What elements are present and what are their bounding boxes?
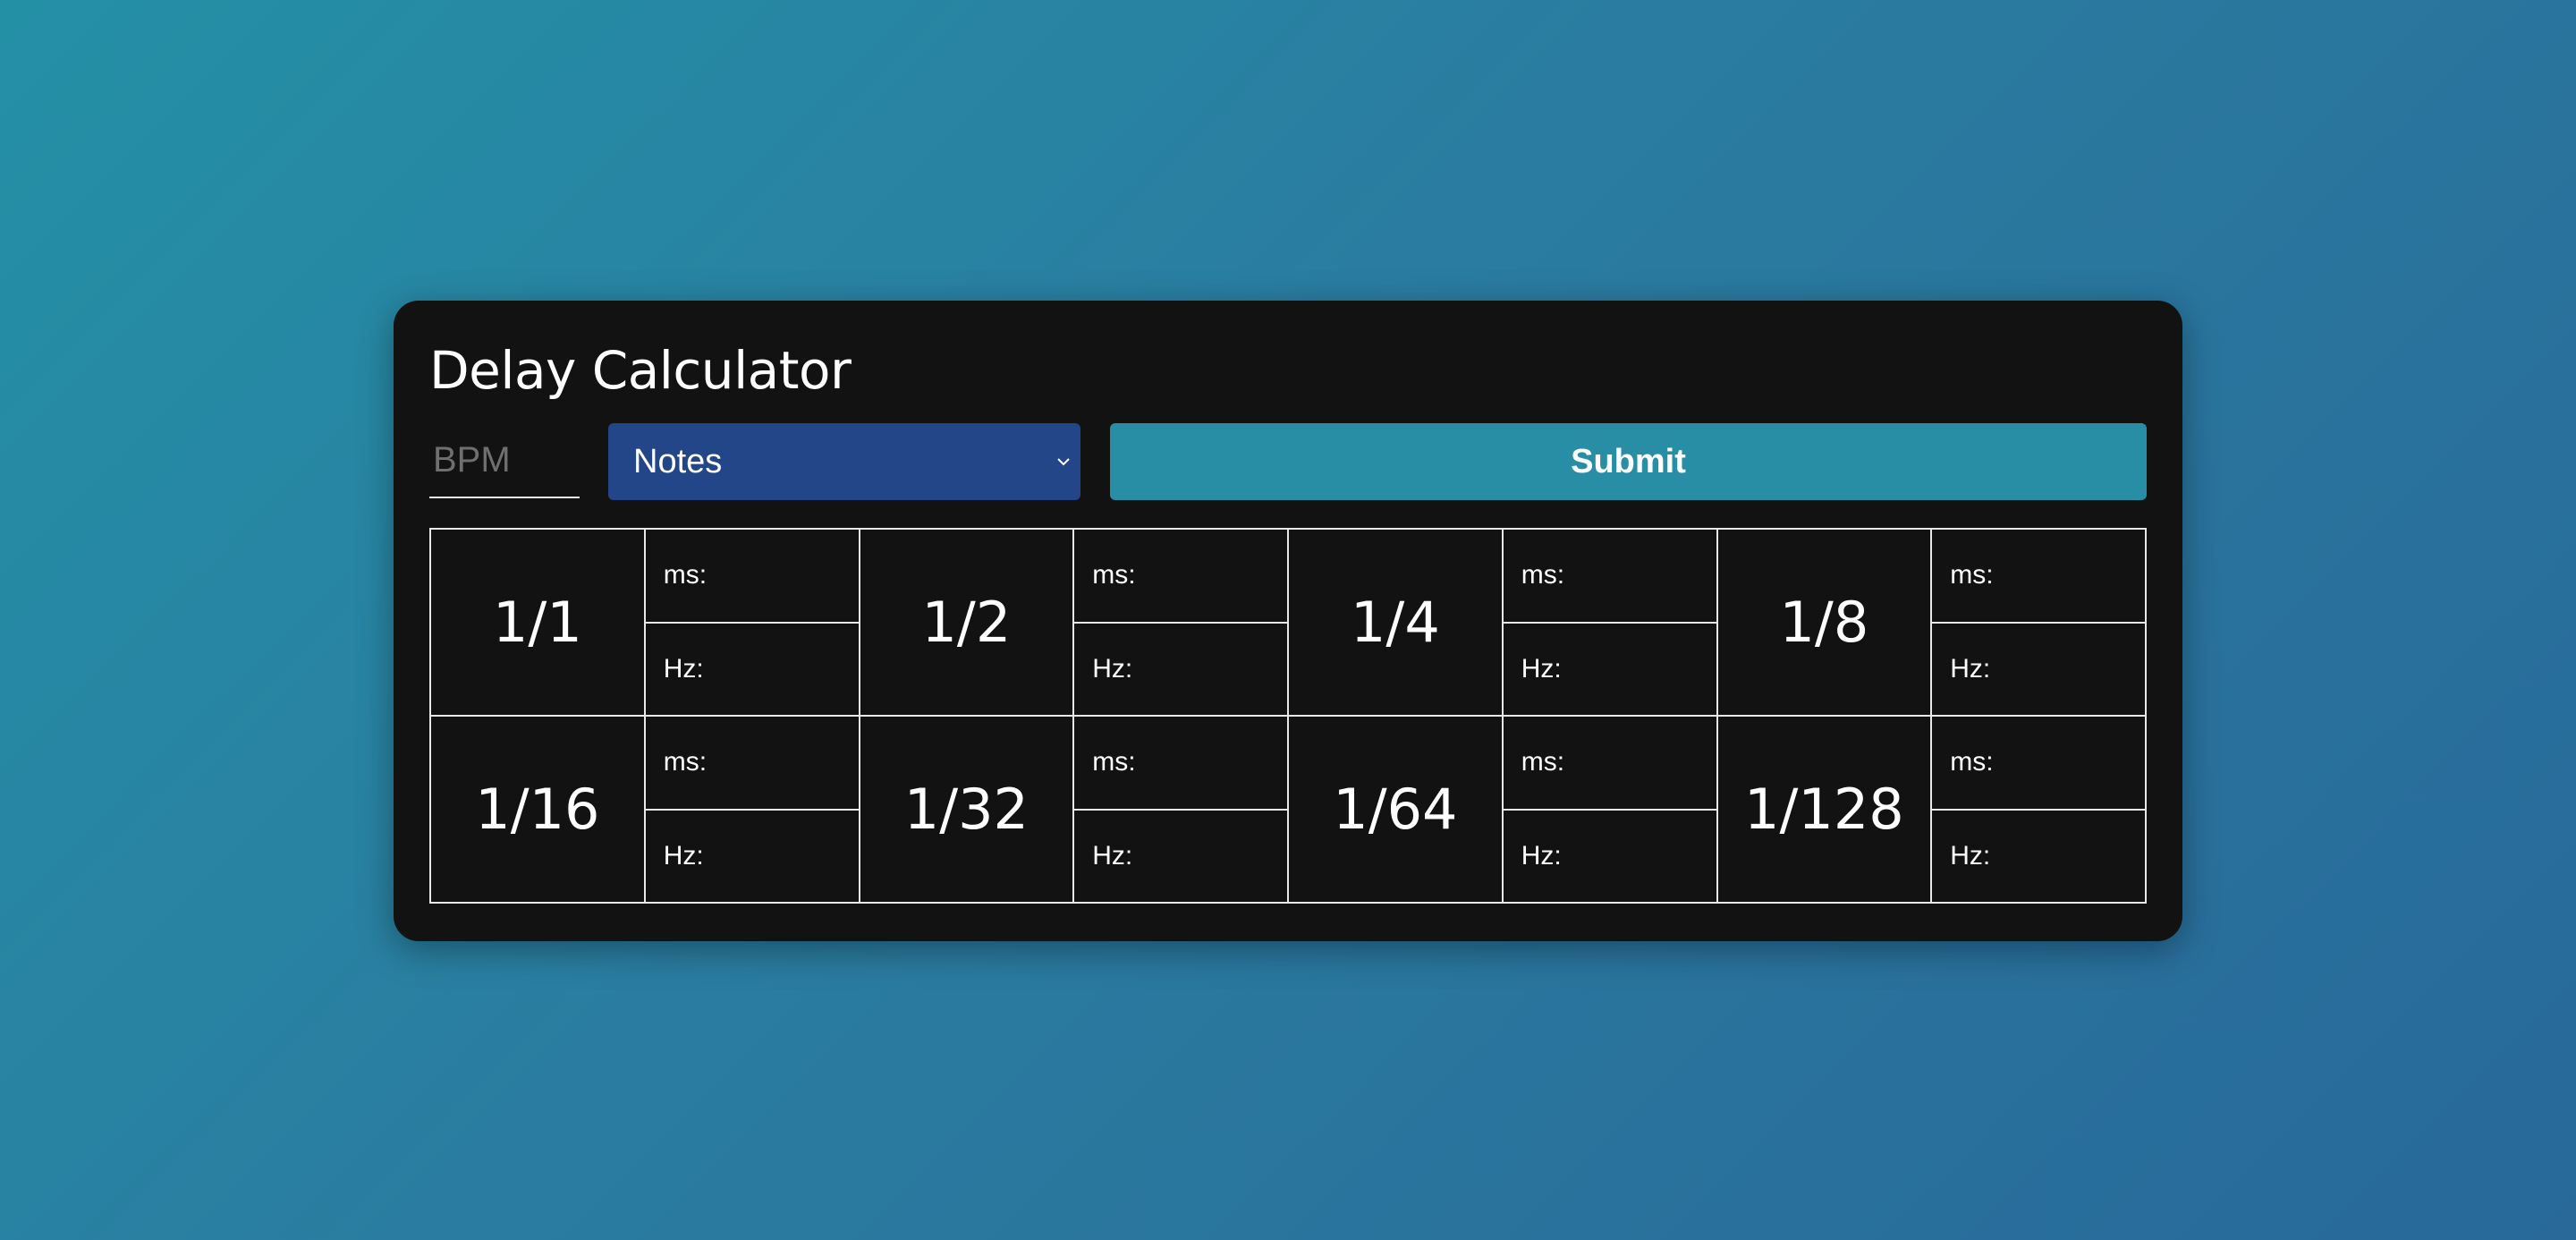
hz-label: Hz: — [663, 840, 704, 871]
ms-field: ms: — [1503, 717, 1718, 811]
note-label: 1/8 — [1717, 530, 1933, 717]
ms-label: ms: — [1950, 560, 1994, 590]
ms-label: ms: — [663, 747, 708, 777]
ms-label: ms: — [1092, 560, 1136, 590]
bpm-input[interactable] — [429, 423, 580, 498]
ms-label: ms: — [1950, 747, 1994, 777]
submit-button[interactable]: Submit — [1110, 423, 2147, 500]
hz-label: Hz: — [1950, 840, 1991, 871]
note-label: 1/128 — [1717, 717, 1933, 904]
hz-field: Hz: — [1503, 623, 1718, 717]
ms-label: ms: — [1092, 747, 1136, 777]
ms-field: ms: — [1932, 530, 2147, 624]
ms-field: ms: — [645, 530, 860, 624]
hz-label: Hz: — [1521, 653, 1562, 684]
page-title: Delay Calculator — [429, 340, 852, 401]
delay-calculator-card: Delay Calculator Notes Submit 1/1 ms: 1/… — [394, 301, 2182, 941]
ms-field: ms: — [1074, 717, 1289, 811]
note-label: 1/1 — [431, 530, 646, 717]
ms-label: ms: — [663, 560, 708, 590]
hz-field: Hz: — [1074, 623, 1289, 717]
hz-label: Hz: — [663, 653, 704, 684]
ms-field: ms: — [1932, 717, 2147, 811]
chevron-down-icon — [1052, 423, 1075, 500]
ms-label: ms: — [1521, 747, 1565, 777]
hz-field: Hz: — [1932, 810, 2147, 904]
hz-field: Hz: — [1932, 623, 2147, 717]
note-label: 1/4 — [1289, 530, 1504, 717]
results-table: 1/1 ms: 1/2 ms: 1/4 ms: 1/8 ms: Hz: Hz: … — [429, 528, 2147, 904]
hz-field: Hz: — [645, 623, 860, 717]
ms-field: ms: — [1074, 530, 1289, 624]
hz-label: Hz: — [1092, 653, 1133, 684]
hz-label: Hz: — [1521, 840, 1562, 871]
hz-label: Hz: — [1950, 653, 1991, 684]
notes-select-value: Notes — [633, 443, 723, 480]
ms-field: ms: — [1503, 530, 1718, 624]
note-label: 1/64 — [1289, 717, 1504, 904]
hz-field: Hz: — [645, 810, 860, 904]
note-label: 1/16 — [431, 717, 646, 904]
hz-field: Hz: — [1503, 810, 1718, 904]
hz-label: Hz: — [1092, 840, 1133, 871]
ms-label: ms: — [1521, 560, 1565, 590]
note-label: 1/32 — [860, 717, 1075, 904]
ms-field: ms: — [645, 717, 860, 811]
notes-select[interactable]: Notes — [608, 423, 1080, 500]
note-label: 1/2 — [860, 530, 1075, 717]
hz-field: Hz: — [1074, 810, 1289, 904]
